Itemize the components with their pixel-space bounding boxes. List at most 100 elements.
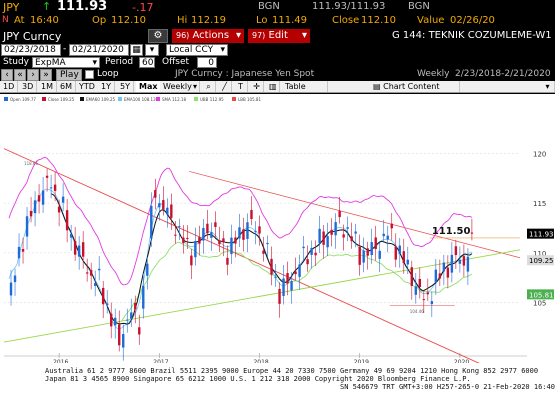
tab-ytd[interactable]: YTD xyxy=(76,81,99,92)
candle-body xyxy=(234,237,237,244)
candle-body xyxy=(166,207,169,215)
candle-body xyxy=(53,184,57,191)
candle-body xyxy=(122,333,125,348)
chevron-down-icon: ▾ xyxy=(545,82,550,91)
value-date: 02/26/20 xyxy=(450,15,495,26)
low-label: Lo xyxy=(256,15,268,26)
candle-body xyxy=(194,241,197,258)
zoom-button[interactable]: ⌕ xyxy=(202,81,216,92)
candle-body xyxy=(450,254,454,273)
loop-checkbox[interactable] xyxy=(85,70,94,79)
candle-body xyxy=(462,256,466,266)
candle-body xyxy=(37,195,41,202)
price-axis-labels: 111.93 109.25 105.81 xyxy=(527,228,554,300)
actions-menu[interactable]: 96) Actions ▾ xyxy=(172,29,244,43)
candle-body xyxy=(350,236,353,242)
low-value: 111.49 xyxy=(272,15,307,26)
fast-forward-button[interactable]: » xyxy=(40,69,52,81)
legend-label: Close 109.25 xyxy=(48,97,75,102)
candle-body xyxy=(322,231,325,245)
candle-body xyxy=(182,237,185,244)
step-forward-button[interactable]: › xyxy=(27,69,39,81)
legend-label: LBB 105.81 xyxy=(238,97,261,102)
chart-type-button[interactable]: ▥ xyxy=(266,81,280,92)
period-field[interactable]: 60 xyxy=(139,57,155,68)
annotation-111-50: 111.50 xyxy=(432,226,471,237)
candle-body xyxy=(370,242,373,256)
legend-swatch xyxy=(194,97,198,101)
end-date-field[interactable]: 02/21/2020 xyxy=(69,44,129,56)
candle-body xyxy=(414,286,417,295)
at-time: 16:40 xyxy=(30,15,59,26)
chart-interval: Weekly xyxy=(417,69,450,79)
chart-canvas[interactable]: Open 109.77 Close 109.25 EMA60 109.25 EMA10… xyxy=(0,94,555,400)
candle-body xyxy=(230,237,233,255)
text-tool-icon: T xyxy=(238,82,243,91)
candle-body xyxy=(254,230,257,232)
dropdown-arrow-icon[interactable]: ▾ xyxy=(145,44,159,56)
candle-body xyxy=(138,327,141,335)
tab-1y[interactable]: 1Y xyxy=(98,81,115,92)
candle-body xyxy=(29,210,33,217)
offset-field[interactable]: 0 xyxy=(197,57,217,68)
table-button[interactable]: Table xyxy=(282,81,328,92)
calendar-icon[interactable]: ▦ xyxy=(130,44,143,56)
chevron-down-icon: ▾ xyxy=(92,58,97,68)
bollinger-upper-band xyxy=(8,156,473,286)
chevron-right-icon: › xyxy=(31,70,35,80)
text-tool-button[interactable]: T xyxy=(234,81,248,92)
legend-label: EMA60 109.25 xyxy=(86,97,116,102)
period-label: Period xyxy=(105,57,134,67)
last-price: 111.93 xyxy=(57,0,108,14)
footer-line-2: Japan 81 3 4565 8900 Singapore 65 6212 1… xyxy=(45,375,471,383)
candle-body xyxy=(318,228,321,244)
step-back-button[interactable]: ‹ xyxy=(1,69,13,81)
candle-body xyxy=(9,282,13,296)
chevron-down-icon: ▾ xyxy=(192,82,197,91)
edit-menu[interactable]: 97) Edit ▾ xyxy=(248,29,310,43)
candle-body xyxy=(61,196,65,203)
candle-body xyxy=(342,234,345,238)
settings-button[interactable]: ⚙ xyxy=(148,29,168,43)
candle-body xyxy=(374,237,377,250)
price-chart[interactable]: Open 109.77 Close 109.25 EMA60 109.25 EMA10… xyxy=(0,94,555,400)
tab-1m[interactable]: 1M xyxy=(38,81,57,92)
crosshair-button[interactable]: ✛ xyxy=(250,81,264,92)
tab-6m[interactable]: 6M xyxy=(57,81,76,92)
candle-body xyxy=(262,250,265,254)
candle-body xyxy=(306,259,309,265)
currency-select[interactable]: Local CCY ▾ xyxy=(166,44,228,56)
tab-3d[interactable]: 3D xyxy=(19,81,38,92)
study-select[interactable]: ExpMA ▾ xyxy=(32,57,100,68)
draw-button[interactable]: ╱ xyxy=(218,81,232,92)
candle-body xyxy=(142,285,145,309)
period-select[interactable]: Weekly ▾ xyxy=(160,81,200,92)
crosshair-icon: ✛ xyxy=(253,82,260,91)
candle-body xyxy=(302,246,305,249)
descending-channel-upper xyxy=(3,148,521,383)
chevron-left-icon: ‹ xyxy=(5,70,9,80)
date-separator: - xyxy=(63,44,67,54)
start-date-field[interactable]: 02/23/2018 xyxy=(1,44,61,56)
candle-body xyxy=(73,240,77,255)
play-button[interactable]: Play xyxy=(56,69,82,81)
tab-5y[interactable]: 5Y xyxy=(117,81,134,92)
study-label: Study xyxy=(3,57,29,67)
rewind-button[interactable]: « xyxy=(14,69,26,81)
more-button[interactable]: ▾ xyxy=(541,81,555,92)
high-label: Hi xyxy=(177,15,188,26)
candle-body xyxy=(69,234,73,238)
high-marker: 118.66 xyxy=(24,161,38,166)
chart-content-button[interactable]: ▤ Chart Content xyxy=(370,81,460,92)
tab-max[interactable]: Max xyxy=(136,81,162,92)
candle-body xyxy=(334,222,337,236)
candle-body xyxy=(106,303,109,306)
tab-1d[interactable]: 1D xyxy=(0,81,19,92)
up-arrow-icon: ↑ xyxy=(42,0,52,13)
low-marker: 104.46 xyxy=(410,309,424,314)
candle-body xyxy=(326,236,329,248)
legend-swatch xyxy=(232,97,236,101)
quote-row: JPY ↑ 111.93 -.17 BGN 111.93/111.93 BGN xyxy=(0,0,555,14)
ohlc-row: N At 16:40 Op 112.10 Hi 112.19 Lo 111.49… xyxy=(0,14,555,28)
candle-body xyxy=(282,278,285,296)
